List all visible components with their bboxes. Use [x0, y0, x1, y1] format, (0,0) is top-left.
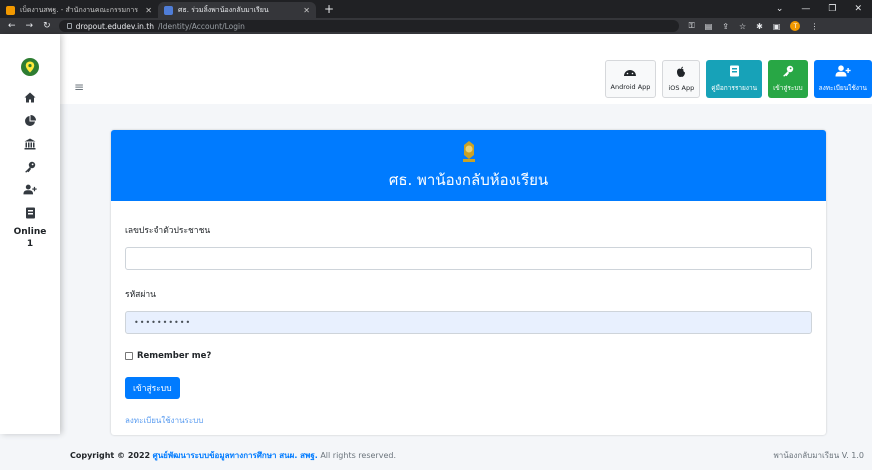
tab-favicon-icon: [164, 5, 173, 15]
password-key-icon[interactable]: ⚿: [689, 21, 695, 31]
copyright-prefix: Copyright © 2022: [70, 451, 151, 460]
register-top-button[interactable]: ลงทะเบียนใช้งาน: [813, 60, 872, 98]
back-icon[interactable]: ←: [8, 21, 16, 31]
share-icon[interactable]: ⇪: [722, 22, 729, 31]
copyright: Copyright © 2022 ศูนย์พัฒนาระบบข้อมูลทาง…: [70, 449, 396, 462]
url-host: dropout.edudev.in.th: [75, 21, 154, 31]
tab-favicon-icon: [6, 5, 15, 15]
close-window-icon[interactable]: ✕: [854, 4, 862, 14]
forward-icon[interactable]: →: [26, 21, 34, 31]
apple-icon: [676, 66, 686, 81]
new-tab-icon[interactable]: +: [316, 2, 342, 18]
org-link[interactable]: ศูนย์พัฒนาระบบข้อมูลทางการศึกษา สนผ. สพฐ…: [153, 451, 318, 460]
url-input[interactable]: dropout.edudev.in.th/Identity/Account/Lo…: [58, 20, 679, 32]
sidebar-pie-chart-icon[interactable]: [0, 109, 60, 132]
ministry-emblem-icon: [462, 140, 475, 162]
ios-app-label: iOS App: [668, 84, 695, 92]
manual-button[interactable]: คู่มือการรายงาน: [706, 60, 763, 98]
sidebar-key-icon[interactable]: [0, 155, 60, 178]
login-button[interactable]: เข้าสู่ระบบ: [125, 377, 180, 399]
citizen-id-input[interactable]: [125, 247, 812, 270]
card-header: ศธ. พาน้องกลับห้องเรียน: [111, 130, 826, 201]
tab-title: ศธ. ร่วมลิ้งพาน้องกลับมาเรียน: [178, 5, 269, 14]
android-app-button[interactable]: Android App: [604, 60, 657, 98]
browser-tab-2[interactable]: ศธ. ร่วมลิ้งพาน้องกลับมาเรียน ✕: [158, 2, 316, 18]
browser-tab-1[interactable]: เบ็ดงานสพฐ. - สำนักงานคณะกรรมการ ✕: [0, 2, 158, 18]
login-top-label: เข้าสู่ระบบ: [773, 84, 803, 92]
tab-close-icon[interactable]: ✕: [145, 6, 152, 15]
online-indicator: Online 1: [14, 226, 47, 250]
tab-search-icon[interactable]: ⌄: [776, 4, 784, 14]
minimize-icon[interactable]: —: [801, 4, 810, 14]
key-icon: [782, 65, 794, 80]
footer: Copyright © 2022 ศูนย์พัฒนาระบบข้อมูลทาง…: [70, 449, 872, 461]
app-logo-icon[interactable]: [21, 58, 39, 76]
profile-avatar[interactable]: T: [790, 21, 801, 31]
register-link[interactable]: ลงทะเบียนใช้งานระบบ: [125, 414, 812, 427]
tab-title: เบ็ดงานสพฐ. - สำนักงานคณะกรรมการ: [20, 5, 139, 14]
bookmark-star-icon[interactable]: ☆: [739, 22, 746, 31]
tab-close-icon[interactable]: ✕: [303, 6, 310, 15]
topbar-buttons: Android App iOS App คู่มือการรายงาน เข้า…: [604, 60, 872, 98]
online-count: 1: [26, 239, 34, 249]
maximize-icon[interactable]: ❐: [828, 4, 836, 14]
extensions-icon[interactable]: ✱: [756, 22, 763, 31]
page-title: ศธ. พาน้องกลับห้องเรียน: [388, 170, 549, 189]
login-top-button[interactable]: เข้าสู่ระบบ: [768, 60, 808, 98]
android-app-label: Android App: [610, 82, 651, 91]
password-label: รหัสผ่าน: [125, 290, 156, 300]
translate-icon[interactable]: ▤: [705, 22, 713, 31]
menu-kebab-icon[interactable]: ⋮: [810, 22, 818, 31]
android-icon: [623, 68, 637, 80]
login-card: ศธ. พาน้องกลับห้องเรียน เลขประจำตัวประชา…: [111, 130, 826, 435]
remember-me[interactable]: Remember me?: [125, 351, 812, 361]
sidebar: Online 1: [0, 34, 60, 434]
sidebar-book-icon[interactable]: [0, 201, 60, 224]
user-plus-icon: [835, 65, 851, 80]
online-label: Online: [13, 227, 47, 237]
address-bar: ← → ↻ dropout.edudev.in.th/Identity/Acco…: [0, 18, 872, 34]
ios-app-button[interactable]: iOS App: [662, 60, 701, 98]
sidebar-user-plus-icon[interactable]: [0, 178, 60, 201]
book-icon: [729, 65, 740, 80]
remember-label: Remember me?: [137, 351, 212, 361]
window-controls: ⌄ — ❐ ✕: [776, 0, 872, 18]
url-path: /Identity/Account/Login: [158, 21, 245, 31]
sidepanel-icon[interactable]: ▣: [773, 22, 781, 31]
lock-icon: [66, 23, 72, 29]
login-form: เลขประจำตัวประชาชน รหัสผ่าน •••••••••• R…: [111, 201, 826, 427]
browser-tab-bar: เบ็ดงานสพฐ. - สำนักงานคณะกรรมการ ✕ ศธ. ร…: [0, 0, 872, 18]
remember-checkbox[interactable]: [125, 352, 133, 360]
sidebar-bank-icon[interactable]: [0, 132, 60, 155]
rights-text: All rights reserved.: [320, 451, 396, 460]
register-top-label: ลงทะเบียนใช้งาน: [818, 84, 867, 92]
password-input[interactable]: ••••••••••: [125, 311, 812, 334]
hamburger-menu-icon[interactable]: ≡: [74, 80, 84, 94]
reload-icon[interactable]: ↻: [43, 21, 51, 31]
manual-label: คู่มือการรายงาน: [711, 84, 758, 92]
sidebar-home-icon[interactable]: [0, 86, 60, 109]
id-label: เลขประจำตัวประชาชน: [125, 226, 211, 236]
version-text: พาน้องกลับมาเรียน V. 1.0: [773, 451, 864, 460]
